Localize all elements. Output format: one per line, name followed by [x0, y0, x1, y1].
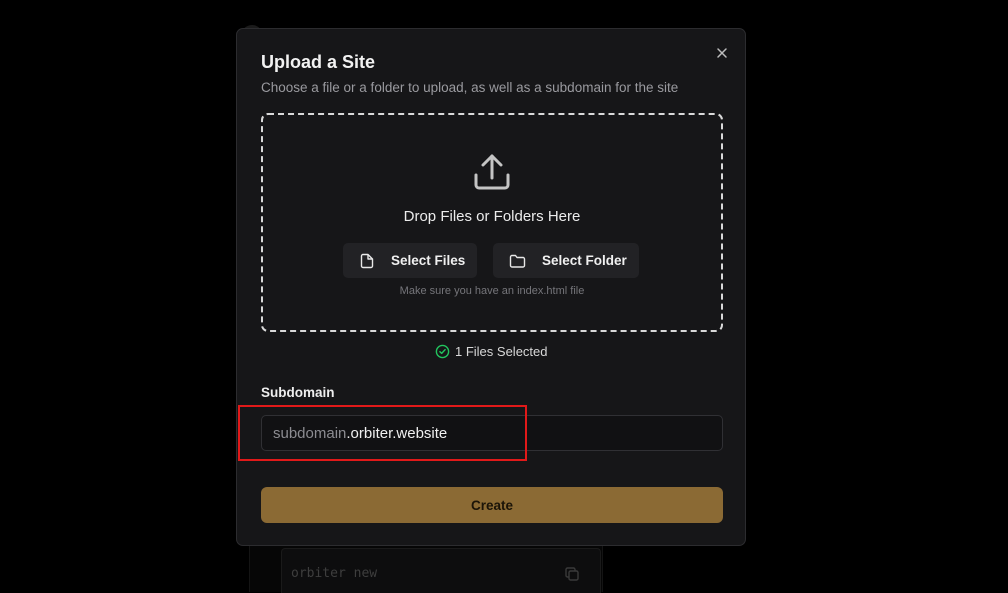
file-dropzone[interactable]: Drop Files or Folders Here Select Files … [261, 113, 723, 332]
command-snippet: orbiter new [281, 548, 601, 593]
subdomain-placeholder: subdomain [273, 424, 347, 442]
selection-status: 1 Files Selected [435, 344, 548, 359]
dropzone-hint: Make sure you have an index.html file [399, 285, 585, 297]
file-icon [360, 253, 374, 268]
command-text: orbiter new [291, 566, 378, 581]
dialog-description: Choose a file or a folder to upload, as … [261, 80, 679, 95]
dropzone-text: Drop Files or Folders Here [403, 208, 581, 225]
select-files-label: Select Files [391, 253, 466, 268]
upload-icon [470, 150, 514, 194]
select-folder-button[interactable]: Select Folder [493, 243, 639, 278]
selection-status-text: 1 Files Selected [455, 344, 548, 359]
folder-icon [509, 254, 526, 268]
subdomain-input[interactable]: subdomain .orbiter.website [261, 415, 723, 451]
select-folder-label: Select Folder [542, 253, 627, 268]
check-circle-icon [435, 344, 450, 359]
subdomain-suffix: .orbiter.website [346, 424, 448, 442]
upload-site-dialog: Upload a Site Choose a file or a folder … [236, 28, 746, 546]
copy-icon[interactable] [564, 566, 580, 582]
create-button[interactable]: Create [261, 487, 723, 523]
select-files-button[interactable]: Select Files [343, 243, 477, 278]
subdomain-label: Subdomain [261, 385, 335, 400]
close-icon[interactable] [715, 46, 729, 60]
dialog-title: Upload a Site [261, 52, 376, 72]
